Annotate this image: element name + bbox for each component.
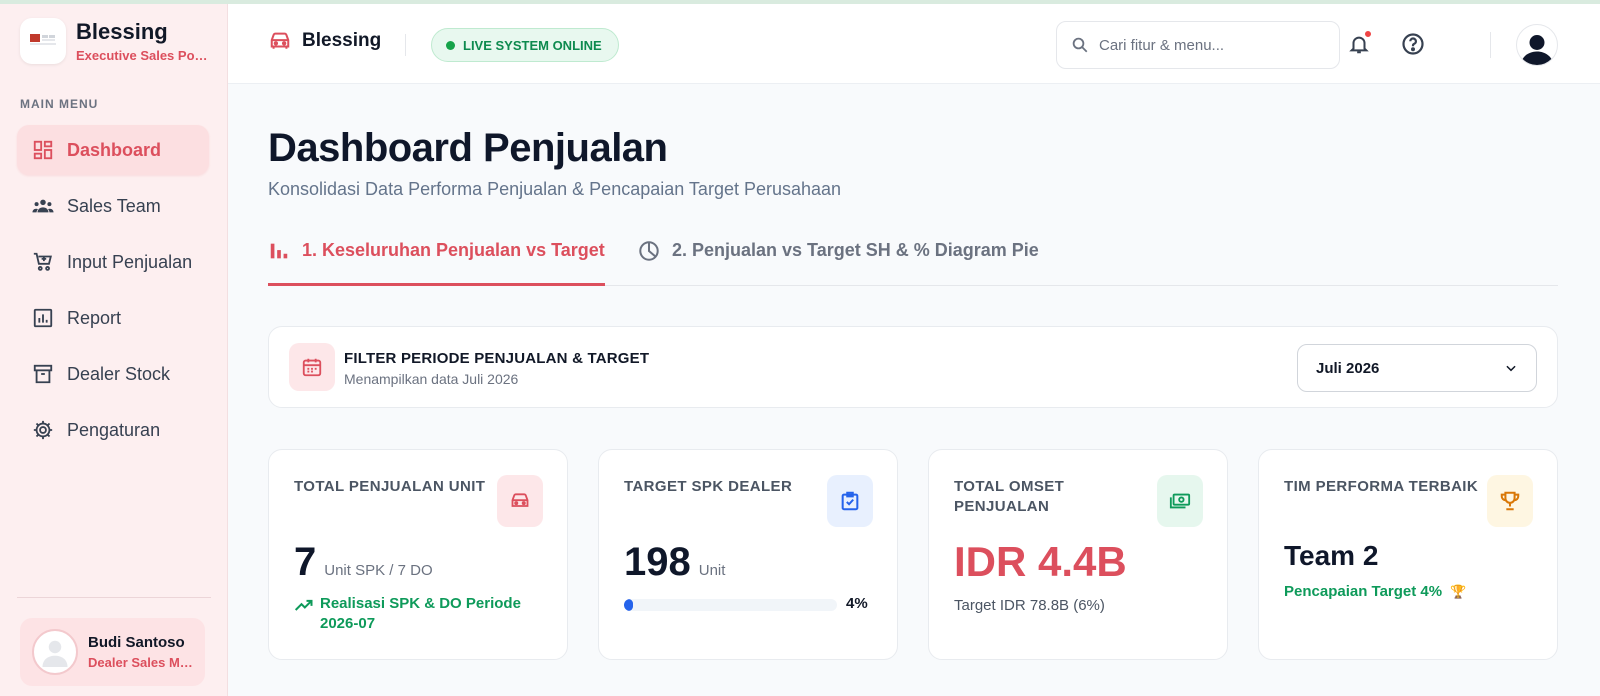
header-avatar[interactable] (1516, 24, 1558, 66)
filter-subtitle: Menampilkan data Juli 2026 (344, 371, 519, 387)
cart-icon (31, 250, 55, 274)
user-icon (1520, 35, 1554, 65)
sidebar-item-label: Dashboard (67, 139, 162, 160)
sidebar: Blessing Executive Sales Portal MAIN MEN… (0, 0, 228, 696)
report-icon (31, 306, 55, 330)
page-title: Dashboard Penjualan (268, 126, 668, 170)
bar-chart-icon (268, 240, 290, 262)
period-select-value: Juli 2026 (1316, 359, 1380, 377)
trending-up-icon (294, 599, 313, 611)
archive-icon (31, 362, 55, 386)
status-text: LIVE SYSTEM ONLINE (463, 37, 602, 53)
top-accent-line (0, 0, 1600, 4)
card-unit: Unit (698, 562, 726, 579)
user-profile-card[interactable]: Budi Santoso Dealer Sales Manager (20, 618, 205, 686)
user-role: Dealer Sales Manager (88, 655, 194, 670)
tab-penjualan-sh-pie[interactable]: 2. Penjualan vs Target SH & % Diagram Pi… (638, 236, 1039, 286)
avatar (32, 629, 78, 675)
gear-icon (31, 418, 55, 442)
trophy-emoji-icon: 🏆 (1450, 584, 1467, 599)
progress-fill (624, 599, 633, 611)
card-label: TARGET SPK DEALER (624, 478, 793, 495)
sidebar-item-label: Dealer Stock (67, 363, 171, 384)
filter-panel: FILTER PERIODE PENJUALAN & TARGET Menamp… (268, 326, 1558, 408)
brand-name: Blessing (76, 19, 168, 44)
card-value: 7 (294, 540, 317, 584)
top-header: Blessing LIVE SYSTEM ONLINE (228, 4, 1600, 84)
brand-logo (20, 18, 66, 64)
page-subtitle: Konsolidasi Data Performa Penjualan & Pe… (268, 179, 842, 199)
sidebar-item-report[interactable]: Report (17, 293, 209, 343)
card-value: Team 2 (1284, 540, 1379, 571)
search-box[interactable] (1056, 21, 1340, 69)
card-subtext-label: Pencapaian Target 4% (1284, 583, 1443, 600)
period-select[interactable]: Juli 2026 (1297, 344, 1537, 392)
sidebar-menu: Dashboard Sales Team Input Penjualan Rep… (17, 125, 209, 461)
status-badge: LIVE SYSTEM ONLINE (431, 28, 619, 62)
car-icon (270, 32, 290, 49)
card-tim-performa: TIM PERFORMA TERBAIK Team 2 Pencapaian T… (1258, 449, 1558, 660)
trophy-icon (1487, 475, 1533, 527)
card-value: IDR 4.4B (954, 538, 1127, 585)
search-icon (1072, 37, 1088, 53)
dashboard-icon (31, 138, 55, 162)
header-divider (405, 34, 406, 56)
sidebar-item-dealer-stock[interactable]: Dealer Stock (17, 349, 209, 399)
notification-button[interactable] (1345, 29, 1373, 58)
card-trend: Realisasi SPK & DO Periode 2026-07 (320, 595, 521, 632)
card-subtext: Pencapaian Target 4% 🏆 (1284, 583, 1466, 600)
card-total-penjualan: TOTAL PENJUALAN UNIT 7 Unit SPK / 7 DO R… (268, 449, 568, 660)
filter-title: FILTER PERIODE PENJUALAN & TARGET (344, 350, 650, 367)
card-total-omset: TOTAL OMSET PENJUALAN IDR 4.4B Target ID… (928, 449, 1228, 660)
progress-bar (624, 599, 837, 611)
main-menu-label: MAIN MENU (20, 97, 99, 111)
money-icon (1157, 475, 1203, 527)
header-brand: Blessing (268, 30, 381, 52)
status-dot (446, 40, 455, 50)
chevron-down-icon (1506, 365, 1516, 372)
search-input[interactable] (1099, 36, 1319, 54)
card-unit: Unit SPK / 7 DO (324, 562, 433, 579)
sidebar-item-sales-team[interactable]: Sales Team (17, 181, 209, 231)
user-icon (42, 640, 68, 667)
progress-percent: 4% (846, 595, 868, 612)
card-target-spk: TARGET SPK DEALER 198 Unit 4% (598, 449, 898, 660)
card-label: TOTAL PENJUALAN UNIT (294, 478, 486, 495)
team-icon (31, 194, 55, 218)
card-label: TOTAL OMSET PENJUALAN (954, 478, 1065, 515)
sidebar-item-input-penjualan[interactable]: Input Penjualan (17, 237, 209, 287)
header-divider-right (1490, 32, 1491, 58)
calendar-icon (289, 343, 335, 391)
brand-subtitle: Executive Sales Portal (76, 48, 208, 63)
tab-label: 2. Penjualan vs Target SH & % Diagram Pi… (672, 240, 1039, 260)
notification-dot (1363, 29, 1373, 39)
car-icon (497, 475, 543, 527)
tab-keseluruhan-penjualan[interactable]: 1. Keseluruhan Penjualan vs Target (268, 236, 605, 286)
brand-logo-icon (30, 34, 56, 45)
sidebar-item-dashboard[interactable]: Dashboard (17, 125, 209, 175)
sidebar-item-label: Report (67, 307, 122, 328)
sidebar-item-pengaturan[interactable]: Pengaturan (17, 405, 209, 455)
sidebar-brand[interactable]: Blessing Executive Sales Portal (20, 18, 208, 64)
clipboard-check-icon (827, 475, 873, 527)
tab-label: 1. Keseluruhan Penjualan vs Target (302, 240, 605, 260)
user-name: Budi Santoso (88, 634, 185, 651)
pie-chart-icon (638, 240, 660, 262)
card-label: TIM PERFORMA TERBAIK (1284, 478, 1479, 495)
sidebar-divider (17, 597, 211, 598)
help-button[interactable] (1399, 30, 1427, 58)
card-value: 198 (624, 540, 691, 584)
sidebar-item-label: Sales Team (67, 195, 161, 216)
sidebar-item-label: Pengaturan (67, 419, 161, 440)
card-subtext: Target IDR 78.8B (6%) (954, 597, 1105, 614)
help-icon (1402, 33, 1424, 55)
header-brand-name: Blessing (302, 30, 382, 51)
sidebar-item-label: Input Penjualan (67, 251, 193, 272)
tab-bar: 1. Keseluruhan Penjualan vs Target 2. Pe… (268, 236, 1558, 286)
